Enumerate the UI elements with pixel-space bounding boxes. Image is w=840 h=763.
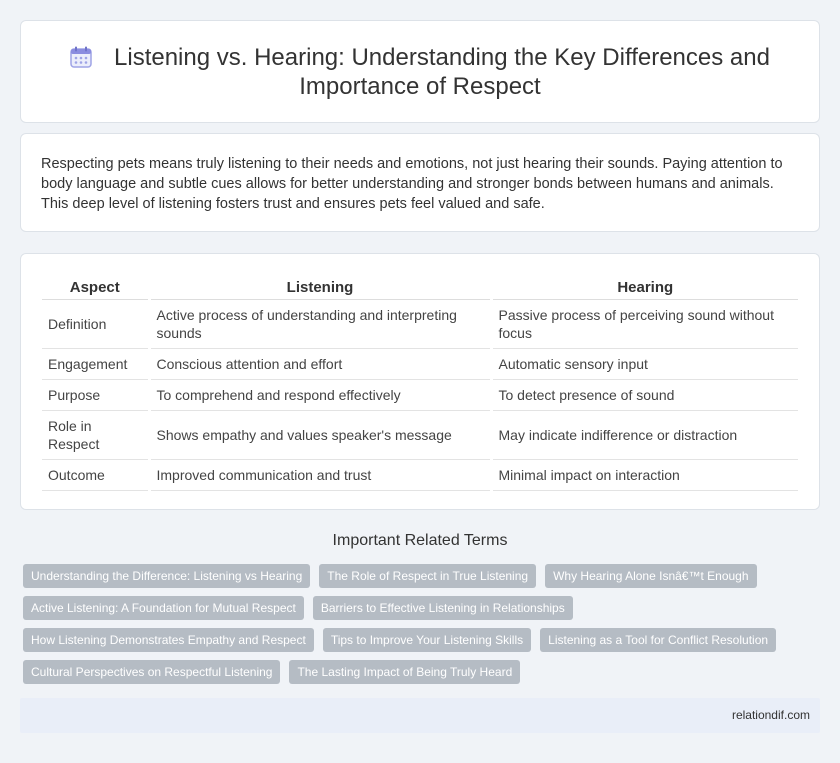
related-term-tag[interactable]: The Lasting Impact of Being Truly Heard xyxy=(289,660,521,684)
row-hearing: Passive process of perceiving sound with… xyxy=(489,299,798,349)
table-row: Outcome Improved communication and trust… xyxy=(42,459,798,491)
row-aspect: Outcome xyxy=(42,459,149,491)
row-aspect: Engagement xyxy=(42,348,149,380)
page-title: Listening vs. Hearing: Understanding the… xyxy=(114,44,770,100)
header-card: Listening vs. Hearing: Understanding the… xyxy=(20,20,820,123)
header-listening: Listening xyxy=(147,276,491,300)
table-row: Role in Respect Shows empathy and values… xyxy=(42,410,798,460)
related-term-tag[interactable]: How Listening Demonstrates Empathy and R… xyxy=(23,628,314,652)
intro-text: Respecting pets means truly listening to… xyxy=(41,156,783,212)
row-aspect: Definition xyxy=(42,299,149,349)
row-aspect: Role in Respect xyxy=(42,410,149,460)
related-term-tag[interactable]: Tips to Improve Your Listening Skills xyxy=(322,628,532,652)
related-term-tag[interactable]: Cultural Perspectives on Respectful List… xyxy=(23,660,281,684)
row-hearing: May indicate indifference or distraction xyxy=(489,410,798,460)
row-hearing: Minimal impact on interaction xyxy=(489,459,798,491)
header-hearing: Hearing xyxy=(489,276,798,300)
calendar-icon xyxy=(70,46,92,68)
row-listening: Improved communication and trust xyxy=(147,459,491,491)
row-hearing: To detect presence of sound xyxy=(489,379,798,411)
row-aspect: Purpose xyxy=(42,379,149,411)
row-listening: Conscious attention and effort xyxy=(147,348,491,380)
row-listening: To comprehend and respond effectively xyxy=(147,379,491,411)
table-row: Engagement Conscious attention and effor… xyxy=(42,348,798,380)
table-row: Purpose To comprehend and respond effect… xyxy=(42,379,798,411)
related-term-tag[interactable]: Understanding the Difference: Listening … xyxy=(23,564,311,588)
footer-site-link[interactable]: relationdif.com xyxy=(732,708,810,722)
table-row: Definition Active process of understandi… xyxy=(42,299,798,349)
related-terms-title: Important Related Terms xyxy=(332,532,508,549)
related-term-tag[interactable]: Barriers to Effective Listening in Relat… xyxy=(312,596,573,620)
row-listening: Shows empathy and values speaker's messa… xyxy=(147,410,491,460)
related-term-tag[interactable]: Active Listening: A Foundation for Mutua… xyxy=(23,596,304,620)
comparison-table: Aspect Listening Hearing Definition Acti… xyxy=(42,276,798,491)
related-term-tag[interactable]: The Role of Respect in True Listening xyxy=(319,564,537,588)
header-aspect: Aspect xyxy=(42,276,149,300)
comparison-table-card: Aspect Listening Hearing Definition Acti… xyxy=(20,253,820,510)
row-listening: Active process of understanding and inte… xyxy=(147,299,491,349)
intro-card: Respecting pets means truly listening to… xyxy=(20,133,820,232)
related-terms-list: Understanding the Difference: Listening … xyxy=(23,564,803,684)
row-hearing: Automatic sensory input xyxy=(489,348,798,380)
table-header-row: Aspect Listening Hearing xyxy=(42,276,798,300)
footer: relationdif.com xyxy=(20,698,820,733)
related-term-tag[interactable]: Why Hearing Alone Isnâ€™t Enough xyxy=(545,564,757,588)
related-term-tag[interactable]: Listening as a Tool for Conflict Resolut… xyxy=(540,628,777,652)
page-title-wrapper: Listening vs. Hearing: Understanding the… xyxy=(21,43,819,101)
